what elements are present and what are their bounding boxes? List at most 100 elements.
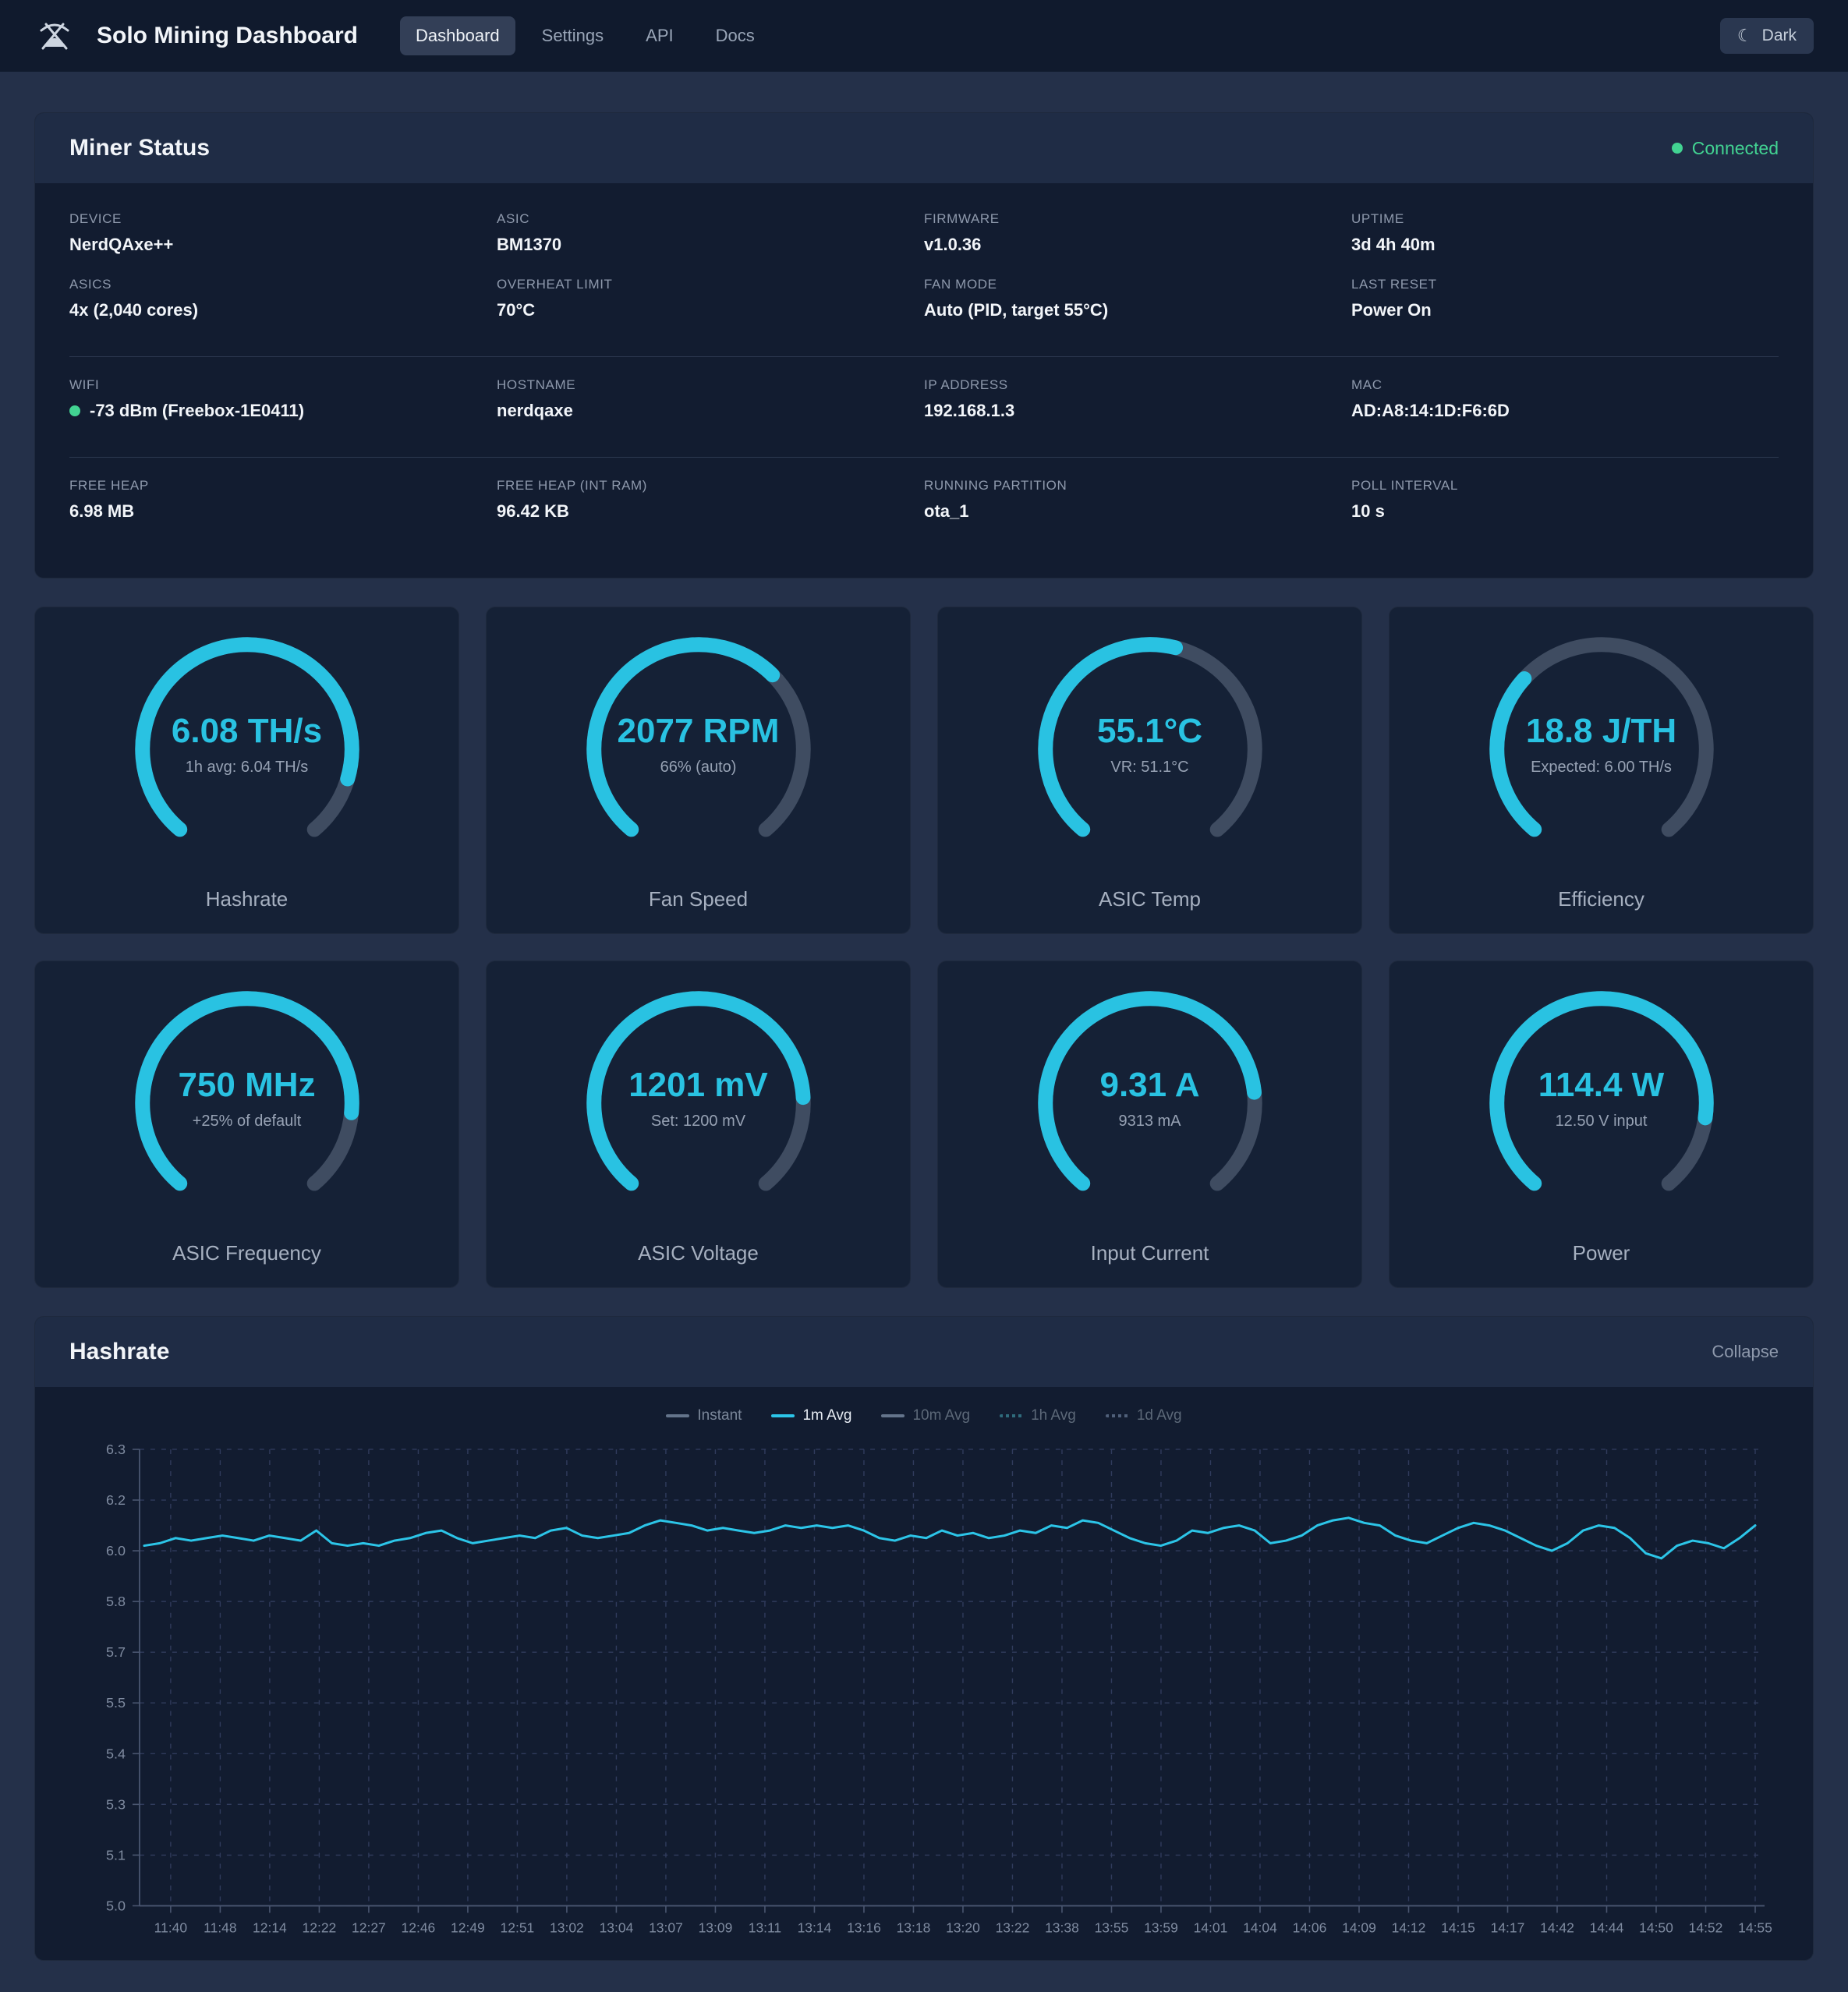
status-value: 3d 4h 40m bbox=[1351, 235, 1779, 255]
status-value: nerdqaxe bbox=[497, 401, 924, 421]
svg-text:14:55: 14:55 bbox=[1738, 1919, 1772, 1935]
gauge-center-text: 6.08 TH/s1h avg: 6.04 TH/s bbox=[126, 628, 369, 871]
gauge-subtitle: 1h avg: 6.04 TH/s bbox=[186, 759, 309, 777]
svg-text:14:17: 14:17 bbox=[1491, 1919, 1525, 1935]
gauge-subtitle: 9313 mA bbox=[1118, 1113, 1181, 1130]
legend-item-instant[interactable]: Instant bbox=[666, 1407, 742, 1424]
svg-text:12:49: 12:49 bbox=[451, 1919, 485, 1935]
status-value: 96.42 KB bbox=[497, 501, 924, 522]
status-value: BM1370 bbox=[497, 235, 924, 255]
connected-dot-icon bbox=[1672, 143, 1683, 154]
svg-text:13:11: 13:11 bbox=[749, 1919, 781, 1935]
collapse-link[interactable]: Collapse bbox=[1712, 1342, 1779, 1362]
gauge-value: 114.4 W bbox=[1538, 1066, 1664, 1105]
gauge-power: 114.4 W 12.50 V input bbox=[1480, 982, 1723, 1225]
status-value: 6.98 MB bbox=[69, 501, 497, 522]
svg-text:13:38: 13:38 bbox=[1045, 1919, 1079, 1935]
hashrate-line-chart: 11:4011:4812:1412:2212:2712:4612:4912:51… bbox=[69, 1437, 1779, 1944]
legend-swatch bbox=[881, 1414, 905, 1417]
status-value: 192.168.1.3 bbox=[924, 401, 1351, 421]
svg-text:14:42: 14:42 bbox=[1540, 1919, 1574, 1935]
status-label: WIFI bbox=[69, 377, 497, 393]
app-title: Solo Mining Dashboard bbox=[97, 23, 358, 49]
legend-item-1d-avg[interactable]: 1d Avg bbox=[1106, 1407, 1182, 1424]
tab-api[interactable]: API bbox=[630, 16, 689, 55]
gauge-card-power: 114.4 W 12.50 V input Power bbox=[1389, 961, 1814, 1288]
status-label: POLL INTERVAL bbox=[1351, 478, 1779, 494]
gauge-fan-speed: 2077 RPM66% (auto) bbox=[577, 628, 820, 871]
status-label: FREE HEAP bbox=[69, 478, 497, 494]
svg-text:5.7: 5.7 bbox=[106, 1644, 126, 1660]
status-value: AD:A8:14:1D:F6:6D bbox=[1351, 401, 1779, 421]
svg-text:13:16: 13:16 bbox=[847, 1919, 881, 1935]
miner-status-header: Miner Status Connected bbox=[35, 113, 1813, 183]
top-nav: Solo Mining Dashboard Dashboard Settings A… bbox=[0, 0, 1848, 72]
hashrate-chart-body: Instant 1m Avg 10m Avg 1h Avg 1d Avg 11:4011… bbox=[35, 1387, 1813, 1960]
status-label: MAC bbox=[1351, 377, 1779, 393]
theme-toggle-label: Dark bbox=[1762, 27, 1797, 45]
status-cell-free-heap: FREE HEAP 6.98 MB bbox=[69, 478, 497, 522]
status-label: HOSTNAME bbox=[497, 377, 924, 393]
legend-item-10m-avg[interactable]: 10m Avg bbox=[881, 1407, 970, 1424]
status-value: 70°C bbox=[497, 300, 924, 320]
theme-toggle-button[interactable]: ☾ Dark bbox=[1720, 18, 1814, 54]
gauge-subtitle: +25% of default bbox=[193, 1113, 302, 1130]
svg-text:5.8: 5.8 bbox=[106, 1594, 126, 1609]
svg-text:6.3: 6.3 bbox=[106, 1442, 126, 1457]
svg-text:13:59: 13:59 bbox=[1144, 1919, 1178, 1935]
svg-text:14:12: 14:12 bbox=[1392, 1919, 1426, 1935]
gauge-subtitle: 66% (auto) bbox=[660, 759, 737, 777]
status-group: DEVICENerdQAxe++ASICBM1370FIRMWAREv1.0.3… bbox=[69, 191, 1779, 356]
svg-text:14:52: 14:52 bbox=[1689, 1919, 1723, 1935]
gauge-value: 55.1°C bbox=[1097, 712, 1202, 751]
tab-docs[interactable]: Docs bbox=[700, 16, 770, 55]
legend-item-1m-avg[interactable]: 1m Avg bbox=[771, 1407, 851, 1424]
gauge-asic-frequency: 750 MHz+25% of default bbox=[126, 982, 369, 1225]
svg-text:5.4: 5.4 bbox=[106, 1746, 126, 1761]
svg-text:14:15: 14:15 bbox=[1441, 1919, 1475, 1935]
status-value: -73 dBm (Freebox-1E0411) bbox=[69, 401, 497, 421]
status-label: ASIC bbox=[497, 211, 924, 227]
status-cell-wifi: WIFI -73 dBm (Freebox-1E0411) bbox=[69, 377, 497, 421]
status-cell-hostname: HOSTNAME nerdqaxe bbox=[497, 377, 924, 421]
gauge-asic-temp: 55.1°CVR: 51.1°C bbox=[1028, 628, 1272, 871]
status-row: FREE HEAP6.98 MBFREE HEAP (INT RAM)96.42… bbox=[69, 478, 1779, 522]
gauge-card-efficiency: 18.8 J/THExpected: 6.00 TH/s Efficiency bbox=[1389, 607, 1814, 934]
status-label: IP ADDRESS bbox=[924, 377, 1351, 393]
legend-label: 1m Avg bbox=[802, 1407, 851, 1424]
gauge-asic-voltage: 1201 mVSet: 1200 mV bbox=[577, 982, 820, 1225]
status-label: UPTIME bbox=[1351, 211, 1779, 227]
status-group: FREE HEAP6.98 MBFREE HEAP (INT RAM)96.42… bbox=[69, 457, 1779, 557]
gauge-center-text: 114.4 W 12.50 V input bbox=[1480, 982, 1723, 1225]
legend-label: 1h Avg bbox=[1031, 1407, 1076, 1424]
legend-label: 10m Avg bbox=[912, 1407, 970, 1424]
gauge-card-asic-temp: 55.1°CVR: 51.1°CASIC Temp bbox=[937, 607, 1362, 934]
tab-settings[interactable]: Settings bbox=[526, 16, 620, 55]
gauge-grid: 6.08 TH/s1h avg: 6.04 TH/sHashrate2077 R… bbox=[34, 607, 1814, 1288]
gauge-subtitle: 12.50 V input bbox=[1556, 1113, 1648, 1130]
gauge-center-text: 2077 RPM66% (auto) bbox=[577, 628, 820, 871]
legend-swatch bbox=[1000, 1414, 1023, 1417]
svg-text:14:06: 14:06 bbox=[1293, 1919, 1327, 1935]
wifi-signal-dot-icon bbox=[69, 405, 80, 416]
svg-text:14:09: 14:09 bbox=[1342, 1919, 1376, 1935]
gauge-label: Power bbox=[1573, 1241, 1630, 1265]
hashrate-chart-card: Hashrate Collapse Instant1m Avg10m Avg1h… bbox=[34, 1316, 1814, 1961]
status-cell-ip-address: IP ADDRESS 192.168.1.3 bbox=[924, 377, 1351, 421]
legend-swatch bbox=[666, 1414, 689, 1417]
status-value: v1.0.36 bbox=[924, 235, 1351, 255]
gauge-card-fan-speed: 2077 RPM66% (auto)Fan Speed bbox=[486, 607, 911, 934]
tab-dashboard[interactable]: Dashboard bbox=[400, 16, 515, 55]
status-cell-firmware: FIRMWAREv1.0.36 bbox=[924, 211, 1351, 255]
legend-item-1h-avg[interactable]: 1h Avg bbox=[1000, 1407, 1076, 1424]
svg-text:5.0: 5.0 bbox=[106, 1898, 126, 1913]
status-value: NerdQAxe++ bbox=[69, 235, 497, 255]
gauge-center-text: 18.8 J/THExpected: 6.00 TH/s bbox=[1480, 628, 1723, 871]
svg-text:13:14: 13:14 bbox=[798, 1919, 832, 1935]
status-row: WIFI -73 dBm (Freebox-1E0411)HOSTNAME nerd… bbox=[69, 377, 1779, 421]
svg-text:13:20: 13:20 bbox=[946, 1919, 980, 1935]
status-label: LAST RESET bbox=[1351, 277, 1779, 292]
status-cell-uptime: UPTIME 3d 4h 40m bbox=[1351, 211, 1779, 255]
gauge-label: Efficiency bbox=[1558, 887, 1644, 911]
gauge-center-text: 1201 mVSet: 1200 mV bbox=[577, 982, 820, 1225]
